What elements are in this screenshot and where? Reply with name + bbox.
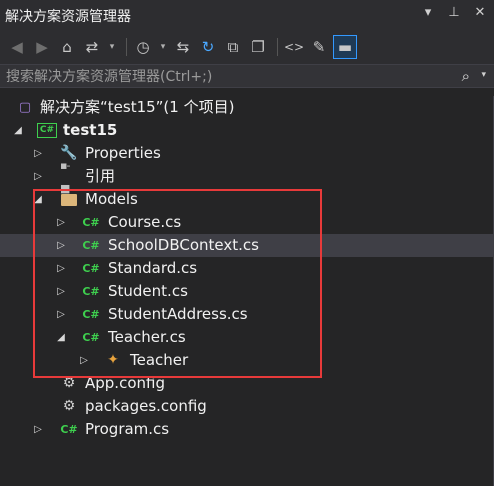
references-icon: ▪-■: [60, 158, 70, 195]
class-icon: ✦: [107, 352, 119, 368]
tree-item-label: Course.cs: [108, 213, 182, 231]
tree-item-solution[interactable]: ▢ 解决方案“test15”(1 个项目): [0, 96, 494, 119]
collapse-arrow-icon[interactable]: ◢: [11, 119, 25, 142]
toolbar-separator: [277, 38, 278, 56]
forward-icon[interactable]: ▶: [31, 36, 53, 58]
csharp-file-icon: C#: [82, 285, 100, 298]
expand-arrow-icon[interactable]: ▷: [54, 257, 68, 280]
collapse-icon[interactable]: ⧉: [222, 36, 244, 58]
tree-item-teacher-file[interactable]: ◢ C# Teacher.cs: [0, 326, 494, 349]
search-icon[interactable]: ⌕: [462, 67, 470, 85]
tree-item-studentaddress[interactable]: ▷ C# StudentAddress.cs: [0, 303, 494, 326]
sync-icon[interactable]: ⇆: [172, 36, 194, 58]
tree-item-label: StudentAddress.cs: [108, 305, 248, 323]
copy-icon[interactable]: ❐: [247, 36, 269, 58]
csharp-file-icon: C#: [82, 239, 100, 252]
tree-item-program[interactable]: ▷ C# Program.cs: [0, 418, 494, 441]
search-options-dropdown-icon[interactable]: ▾: [481, 70, 486, 80]
config-file-icon: ⚙: [62, 398, 76, 414]
tree-item-packagesconfig[interactable]: ⚙ packages.config: [0, 395, 494, 418]
tree-item-project[interactable]: ◢ C# test15: [0, 119, 494, 142]
tree-item-label: Models: [85, 190, 138, 208]
csharp-file-icon: C#: [82, 331, 100, 344]
code-icon[interactable]: <>: [283, 36, 305, 58]
config-file-icon: ⚙: [62, 375, 76, 391]
expand-arrow-icon[interactable]: ▷: [31, 418, 45, 441]
back-icon[interactable]: ◀: [6, 36, 28, 58]
pin-icon[interactable]: ⊥: [446, 5, 462, 20]
solution-icon: ▢: [18, 100, 32, 115]
tree-item-standard[interactable]: ▷ C# Standard.cs: [0, 257, 494, 280]
search-input[interactable]: [4, 66, 438, 88]
tree-item-references[interactable]: ▷ ▪-■ 引用: [0, 158, 494, 195]
expand-arrow-icon[interactable]: ▷: [54, 280, 68, 303]
expand-arrow-icon[interactable]: ▷: [54, 211, 68, 234]
csharp-file-icon: C#: [82, 216, 100, 229]
refresh-icon[interactable]: ↻: [197, 36, 219, 58]
tree-item-appconfig[interactable]: ⚙ App.config: [0, 372, 494, 395]
tree-item-models-folder[interactable]: ◢ Models: [0, 188, 494, 211]
collapse-arrow-icon[interactable]: ◢: [54, 326, 68, 349]
toolbar-separator: [126, 38, 127, 56]
tree-item-course[interactable]: ▷ C# Course.cs: [0, 211, 494, 234]
toolbar: ◀ ▶ ⌂ ⇄ ▾ ◷ ▾ ⇆ ↻ ⧉ ❐ <> ✎ ▬: [0, 30, 494, 64]
switch-views-dropdown-icon[interactable]: ▾: [106, 36, 118, 58]
tree-item-label: Standard.cs: [108, 259, 198, 277]
csharp-file-icon: C#: [60, 423, 78, 436]
expand-arrow-icon[interactable]: ▷: [31, 165, 45, 188]
tree-item-teacher-class[interactable]: ▷ ✦ Teacher: [0, 349, 494, 372]
tree-item-label: SchoolDBContext.cs: [108, 236, 259, 254]
preview-icon[interactable]: ▬: [333, 35, 357, 59]
clock-icon[interactable]: ◷: [132, 36, 154, 58]
tree-item-label: test15: [63, 121, 118, 139]
pending-dropdown-icon[interactable]: ▾: [157, 36, 169, 58]
title-bar-controls: ▾ ⊥ ✕: [420, 5, 488, 20]
tree-item-label: Properties: [85, 144, 161, 162]
tree-item-label: Teacher.cs: [108, 328, 186, 346]
tree-item-label: 解决方案“test15”(1 个项目): [40, 98, 235, 116]
expand-arrow-icon[interactable]: ▷: [31, 142, 45, 165]
tree-item-label: Teacher: [130, 351, 189, 369]
tree-item-label: 引用: [85, 167, 116, 185]
window-title: 解决方案资源管理器: [5, 9, 131, 25]
collapse-arrow-icon[interactable]: ◢: [31, 188, 45, 211]
tree-item-label: packages.config: [85, 397, 207, 415]
window-position-dropdown-icon[interactable]: ▾: [420, 5, 436, 20]
wrench-icon[interactable]: ✎: [308, 36, 330, 58]
expand-arrow-icon[interactable]: ▷: [54, 234, 68, 257]
csharp-file-icon: C#: [82, 308, 100, 321]
close-icon[interactable]: ✕: [472, 5, 488, 20]
expand-arrow-icon[interactable]: ▷: [77, 349, 91, 372]
tree-item-schooldbcontext[interactable]: ▷ C# SchoolDBContext.cs: [0, 234, 494, 257]
title-bar: 解决方案资源管理器 ▾ ⊥ ✕: [0, 0, 494, 30]
tree-item-student[interactable]: ▷ C# Student.cs: [0, 280, 494, 303]
switch-views-icon[interactable]: ⇄: [81, 36, 103, 58]
search-box: ⌕ ▾: [0, 64, 494, 88]
csharp-project-icon: C#: [36, 122, 58, 139]
csharp-file-icon: C#: [82, 262, 100, 275]
home-icon[interactable]: ⌂: [56, 36, 78, 58]
tree-item-label: App.config: [85, 374, 165, 392]
expand-arrow-icon[interactable]: ▷: [54, 303, 68, 326]
tree-item-label: Program.cs: [85, 420, 170, 438]
tree-item-label: Student.cs: [108, 282, 188, 300]
folder-icon: [60, 191, 78, 208]
